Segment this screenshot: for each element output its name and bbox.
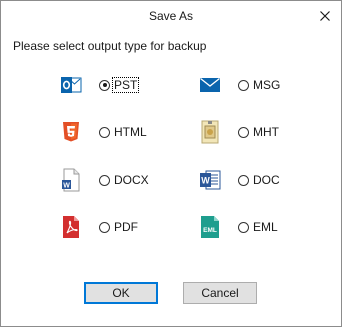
option-pdf[interactable]: PDF bbox=[59, 215, 139, 239]
dialog-title: Save As bbox=[148, 9, 194, 23]
cancel-button[interactable]: Cancel bbox=[183, 282, 257, 304]
ok-button[interactable]: OK bbox=[84, 282, 158, 304]
svg-text:EML: EML bbox=[203, 227, 217, 234]
prompt-label: Please select output type for backup bbox=[13, 39, 207, 53]
option-doc[interactable]: W DOC bbox=[198, 168, 281, 192]
mht-file-icon bbox=[198, 120, 222, 144]
radio-msg[interactable] bbox=[238, 79, 249, 91]
word-doc-icon: W bbox=[198, 168, 222, 192]
svg-text:W: W bbox=[201, 176, 210, 186]
close-icon bbox=[320, 11, 330, 21]
envelope-icon bbox=[198, 73, 222, 97]
option-label-doc: DOC bbox=[253, 173, 280, 187]
option-label-eml: EML bbox=[253, 220, 278, 234]
option-html[interactable]: HTML bbox=[59, 120, 148, 144]
option-label-pst: PST bbox=[111, 77, 140, 93]
option-label-msg: MSG bbox=[253, 78, 281, 92]
save-as-dialog: Save As Please select output type for ba… bbox=[0, 0, 342, 327]
pdf-icon bbox=[59, 215, 83, 239]
radio-doc[interactable] bbox=[238, 174, 249, 186]
radio-pdf[interactable] bbox=[99, 221, 110, 233]
radio-docx[interactable] bbox=[99, 174, 110, 186]
html5-icon bbox=[59, 120, 83, 144]
option-label-mht: MHT bbox=[253, 125, 279, 139]
radio-mht[interactable] bbox=[238, 126, 249, 138]
option-docx[interactable]: W DOCX bbox=[59, 168, 150, 192]
radio-pst[interactable] bbox=[99, 79, 110, 91]
radio-eml[interactable] bbox=[238, 221, 249, 233]
option-eml[interactable]: EML EML bbox=[198, 215, 279, 239]
close-button[interactable] bbox=[313, 5, 337, 27]
docx-file-icon: W bbox=[59, 168, 83, 192]
option-pst[interactable]: PST bbox=[59, 73, 140, 97]
option-msg[interactable]: MSG bbox=[198, 73, 281, 97]
option-label-pdf: PDF bbox=[114, 220, 138, 234]
svg-text:W: W bbox=[63, 182, 70, 189]
title-bar: Save As bbox=[1, 1, 341, 32]
option-mht[interactable]: MHT bbox=[198, 120, 280, 144]
option-label-html: HTML bbox=[114, 125, 147, 139]
radio-html[interactable] bbox=[99, 126, 110, 138]
option-label-docx: DOCX bbox=[114, 173, 149, 187]
eml-file-icon: EML bbox=[198, 215, 222, 239]
outlook-icon bbox=[59, 73, 83, 97]
